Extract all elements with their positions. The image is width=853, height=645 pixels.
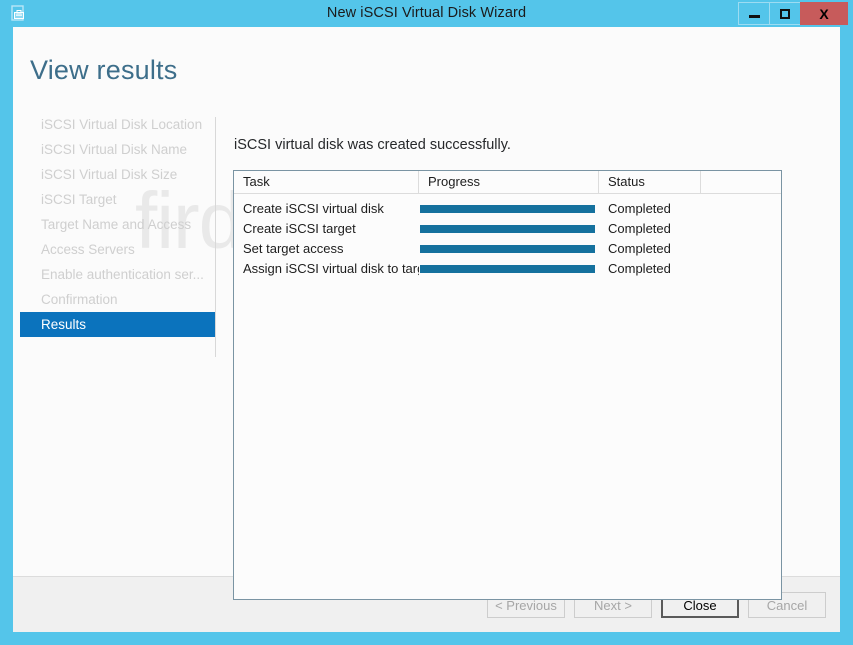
sidebar-item-iscsi-target[interactable]: iSCSI Target (20, 187, 210, 212)
maximize-button[interactable] (769, 2, 800, 25)
sidebar-item-confirmation[interactable]: Confirmation (20, 287, 210, 312)
title-bar[interactable]: New iSCSI Virtual Disk Wizard X (0, 0, 853, 27)
cell-progress (419, 205, 599, 213)
maximize-icon (780, 8, 790, 19)
window-title: New iSCSI Virtual Disk Wizard (326, 5, 527, 21)
sidebar-item-enable-authentication[interactable]: Enable authentication ser... (20, 262, 210, 287)
cell-task: Create iSCSI target (243, 221, 356, 236)
sidebar-divider (215, 117, 216, 357)
cell-status: Completed (608, 221, 671, 236)
cell-task: Set target access (243, 241, 344, 256)
column-header-task[interactable]: Task (234, 171, 419, 193)
cell-status: Completed (608, 201, 671, 216)
sidebar-item-iscsi-virtual-disk-location[interactable]: iSCSI Virtual Disk Location (20, 112, 210, 137)
sidebar-item-iscsi-virtual-disk-size[interactable]: iSCSI Virtual Disk Size (20, 162, 210, 187)
minimize-icon (748, 15, 760, 18)
table-row[interactable]: Assign iSCSI virtual disk to target Comp… (234, 259, 781, 279)
window-controls: X (738, 2, 848, 25)
close-button[interactable]: X (800, 2, 848, 25)
table-header-row: Task Progress Status (234, 171, 781, 194)
column-header-progress[interactable]: Progress (419, 171, 599, 193)
client-area: firdtboyan.com View results iSCSI Virtua… (13, 27, 840, 632)
progress-bar (420, 265, 595, 273)
table-body: Create iSCSI virtual disk Completed Crea… (234, 194, 781, 279)
sidebar-item-access-servers[interactable]: Access Servers (20, 237, 210, 262)
progress-bar (420, 225, 595, 233)
table-row[interactable]: Set target access Completed (234, 239, 781, 259)
sidebar-item-results[interactable]: Results (20, 312, 216, 337)
table-row[interactable]: Create iSCSI target Completed (234, 219, 781, 239)
cell-progress (419, 225, 599, 233)
wizard-steps-nav: iSCSI Virtual Disk Location iSCSI Virtua… (20, 112, 216, 337)
cell-status: Completed (608, 261, 671, 276)
cell-task: Create iSCSI virtual disk (243, 201, 384, 216)
sidebar-item-iscsi-virtual-disk-name[interactable]: iSCSI Virtual Disk Name (20, 137, 210, 162)
progress-bar (420, 245, 595, 253)
cell-progress (419, 245, 599, 253)
progress-bar (420, 205, 595, 213)
results-table[interactable]: Task Progress Status Create iSCSI virtua… (233, 170, 782, 600)
column-header-extra[interactable] (701, 171, 781, 193)
cell-status: Completed (608, 241, 671, 256)
table-row[interactable]: Create iSCSI virtual disk Completed (234, 199, 781, 219)
cell-task: Assign iSCSI virtual disk to target (243, 261, 419, 276)
column-header-status[interactable]: Status (599, 171, 701, 193)
sidebar-item-target-name-and-access[interactable]: Target Name and Access (20, 212, 210, 237)
wizard-window: New iSCSI Virtual Disk Wizard X firdtboy… (0, 0, 853, 645)
cell-progress (419, 265, 599, 273)
minimize-button[interactable] (738, 2, 769, 25)
results-heading: iSCSI virtual disk was created successfu… (234, 137, 511, 153)
page-title: View results (30, 55, 178, 85)
